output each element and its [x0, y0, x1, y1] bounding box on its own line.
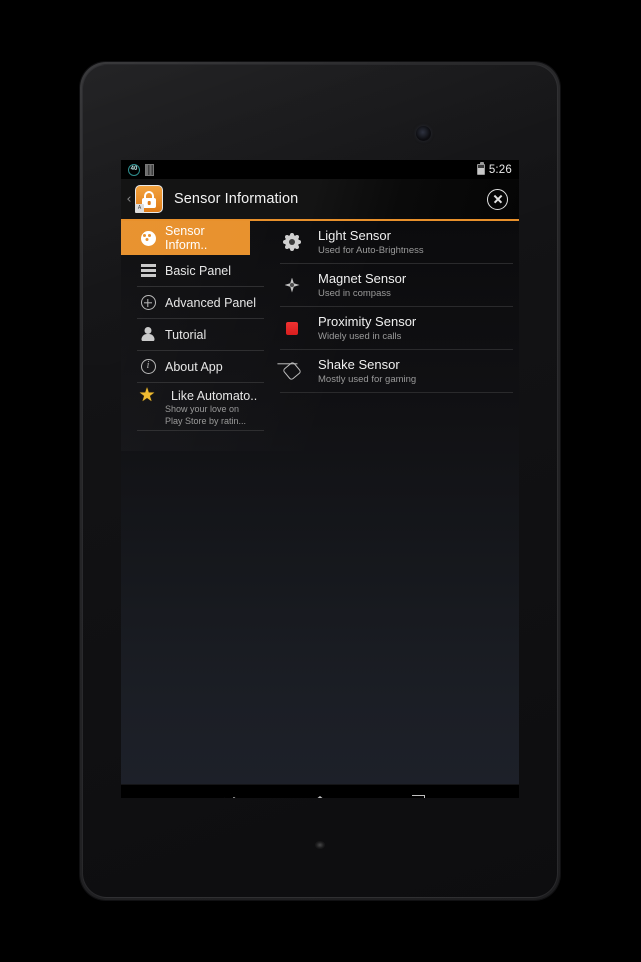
close-circle-icon[interactable] [487, 188, 508, 210]
sun-icon [280, 235, 304, 249]
status-bar-right: 5:26 [476, 162, 512, 176]
list-item-shake-sensor[interactable]: Shake Sensor Mostly used for gaming [280, 350, 513, 393]
list-item-subtitle: Used in compass [318, 288, 391, 299]
list-item-subtitle: Widely used in calls [318, 331, 402, 342]
sidebar-item-advanced-panel[interactable]: Advanced Panel [137, 287, 264, 319]
back-arrow-icon[interactable]: ↩ [210, 789, 248, 799]
sensor-list: Light Sensor Used for Auto-Brightness Ma… [266, 221, 519, 784]
device-screen: 40 5:26 ‹ A Sensor Information Sensor In… [121, 160, 519, 798]
app-body: Sensor Inform.. Basic Panel Advanced Pan… [121, 221, 519, 784]
list-item-light-sensor[interactable]: Light Sensor Used for Auto-Brightness [280, 221, 513, 264]
promo-text: Like Automato.. Show your love on Play S… [165, 389, 257, 427]
sidebar-item-label: About App [165, 359, 223, 374]
list-item-proximity-sensor[interactable]: Proximity Sensor Widely used in calls [280, 307, 513, 350]
red-square-icon [280, 321, 304, 335]
circle-count-icon: 40 [128, 163, 140, 176]
bottom-led-indicator [315, 841, 325, 849]
action-bar: ‹ A Sensor Information [121, 179, 519, 221]
status-bar: 40 5:26 [121, 160, 519, 179]
lock-body [142, 198, 156, 208]
sidebar-item-tutorial[interactable]: Tutorial [137, 319, 264, 351]
shake-icon [280, 361, 304, 381]
page-title: Sensor Information [174, 191, 299, 207]
list-icon [137, 264, 159, 277]
list-item-text: Shake Sensor Mostly used for gaming [318, 357, 416, 385]
sidebar-item-about-app[interactable]: i About App [137, 351, 264, 383]
sidebar-item-sensor-information[interactable]: Sensor Inform.. [121, 221, 250, 255]
sd-card-icon [145, 163, 154, 176]
list-item-subtitle: Used for Auto-Brightness [318, 245, 424, 256]
list-item-text: Proximity Sensor Widely used in calls [318, 314, 416, 342]
status-bar-left: 40 [128, 163, 154, 176]
promo-label: Like Automato.. [171, 389, 258, 403]
list-item-title: Magnet Sensor [318, 271, 407, 286]
info-circle-icon: i [137, 359, 159, 374]
sidebar-menu: Sensor Inform.. Basic Panel Advanced Pan… [121, 221, 266, 784]
sidebar-item-like-automato[interactable]: ★ Like Automato.. Show your love on Play… [137, 383, 264, 431]
sidebar-item-label: Advanced Panel [165, 295, 257, 310]
list-item-title: Light Sensor [318, 228, 391, 243]
compass-icon [280, 277, 304, 293]
sidebar-item-basic-panel[interactable]: Basic Panel [137, 255, 264, 287]
list-item-text: Light Sensor Used for Auto-Brightness [318, 228, 424, 256]
list-item-title: Shake Sensor [318, 357, 400, 372]
sidebar-item-label: Tutorial [165, 327, 207, 342]
gauge-icon [137, 230, 159, 246]
promo-sub-line1: Show your love on [165, 404, 240, 414]
battery-icon [476, 162, 485, 175]
sidebar-item-label: Sensor Inform.. [165, 224, 208, 252]
home-icon[interactable] [301, 789, 339, 799]
list-item-magnet-sensor[interactable]: Magnet Sensor Used in compass [280, 264, 513, 307]
list-item-text: Magnet Sensor Used in compass [318, 271, 406, 299]
icon-corner-badge: A [135, 204, 144, 213]
front-camera [416, 126, 431, 141]
android-navigation-bar: ↩ [121, 784, 519, 798]
up-navigation-caret[interactable]: ‹ [123, 192, 135, 207]
person-icon [137, 327, 159, 342]
list-item-title: Proximity Sensor [318, 314, 417, 329]
lock-app-icon[interactable]: A [135, 185, 163, 213]
status-clock: 5:26 [488, 163, 512, 176]
promo-sub-line2: Play Store by ratin... [165, 416, 247, 426]
plus-circle-icon [137, 295, 159, 310]
list-item-subtitle: Mostly used for gaming [318, 374, 417, 385]
recents-icon[interactable] [392, 789, 430, 798]
sidebar-item-label: Basic Panel [165, 263, 232, 278]
